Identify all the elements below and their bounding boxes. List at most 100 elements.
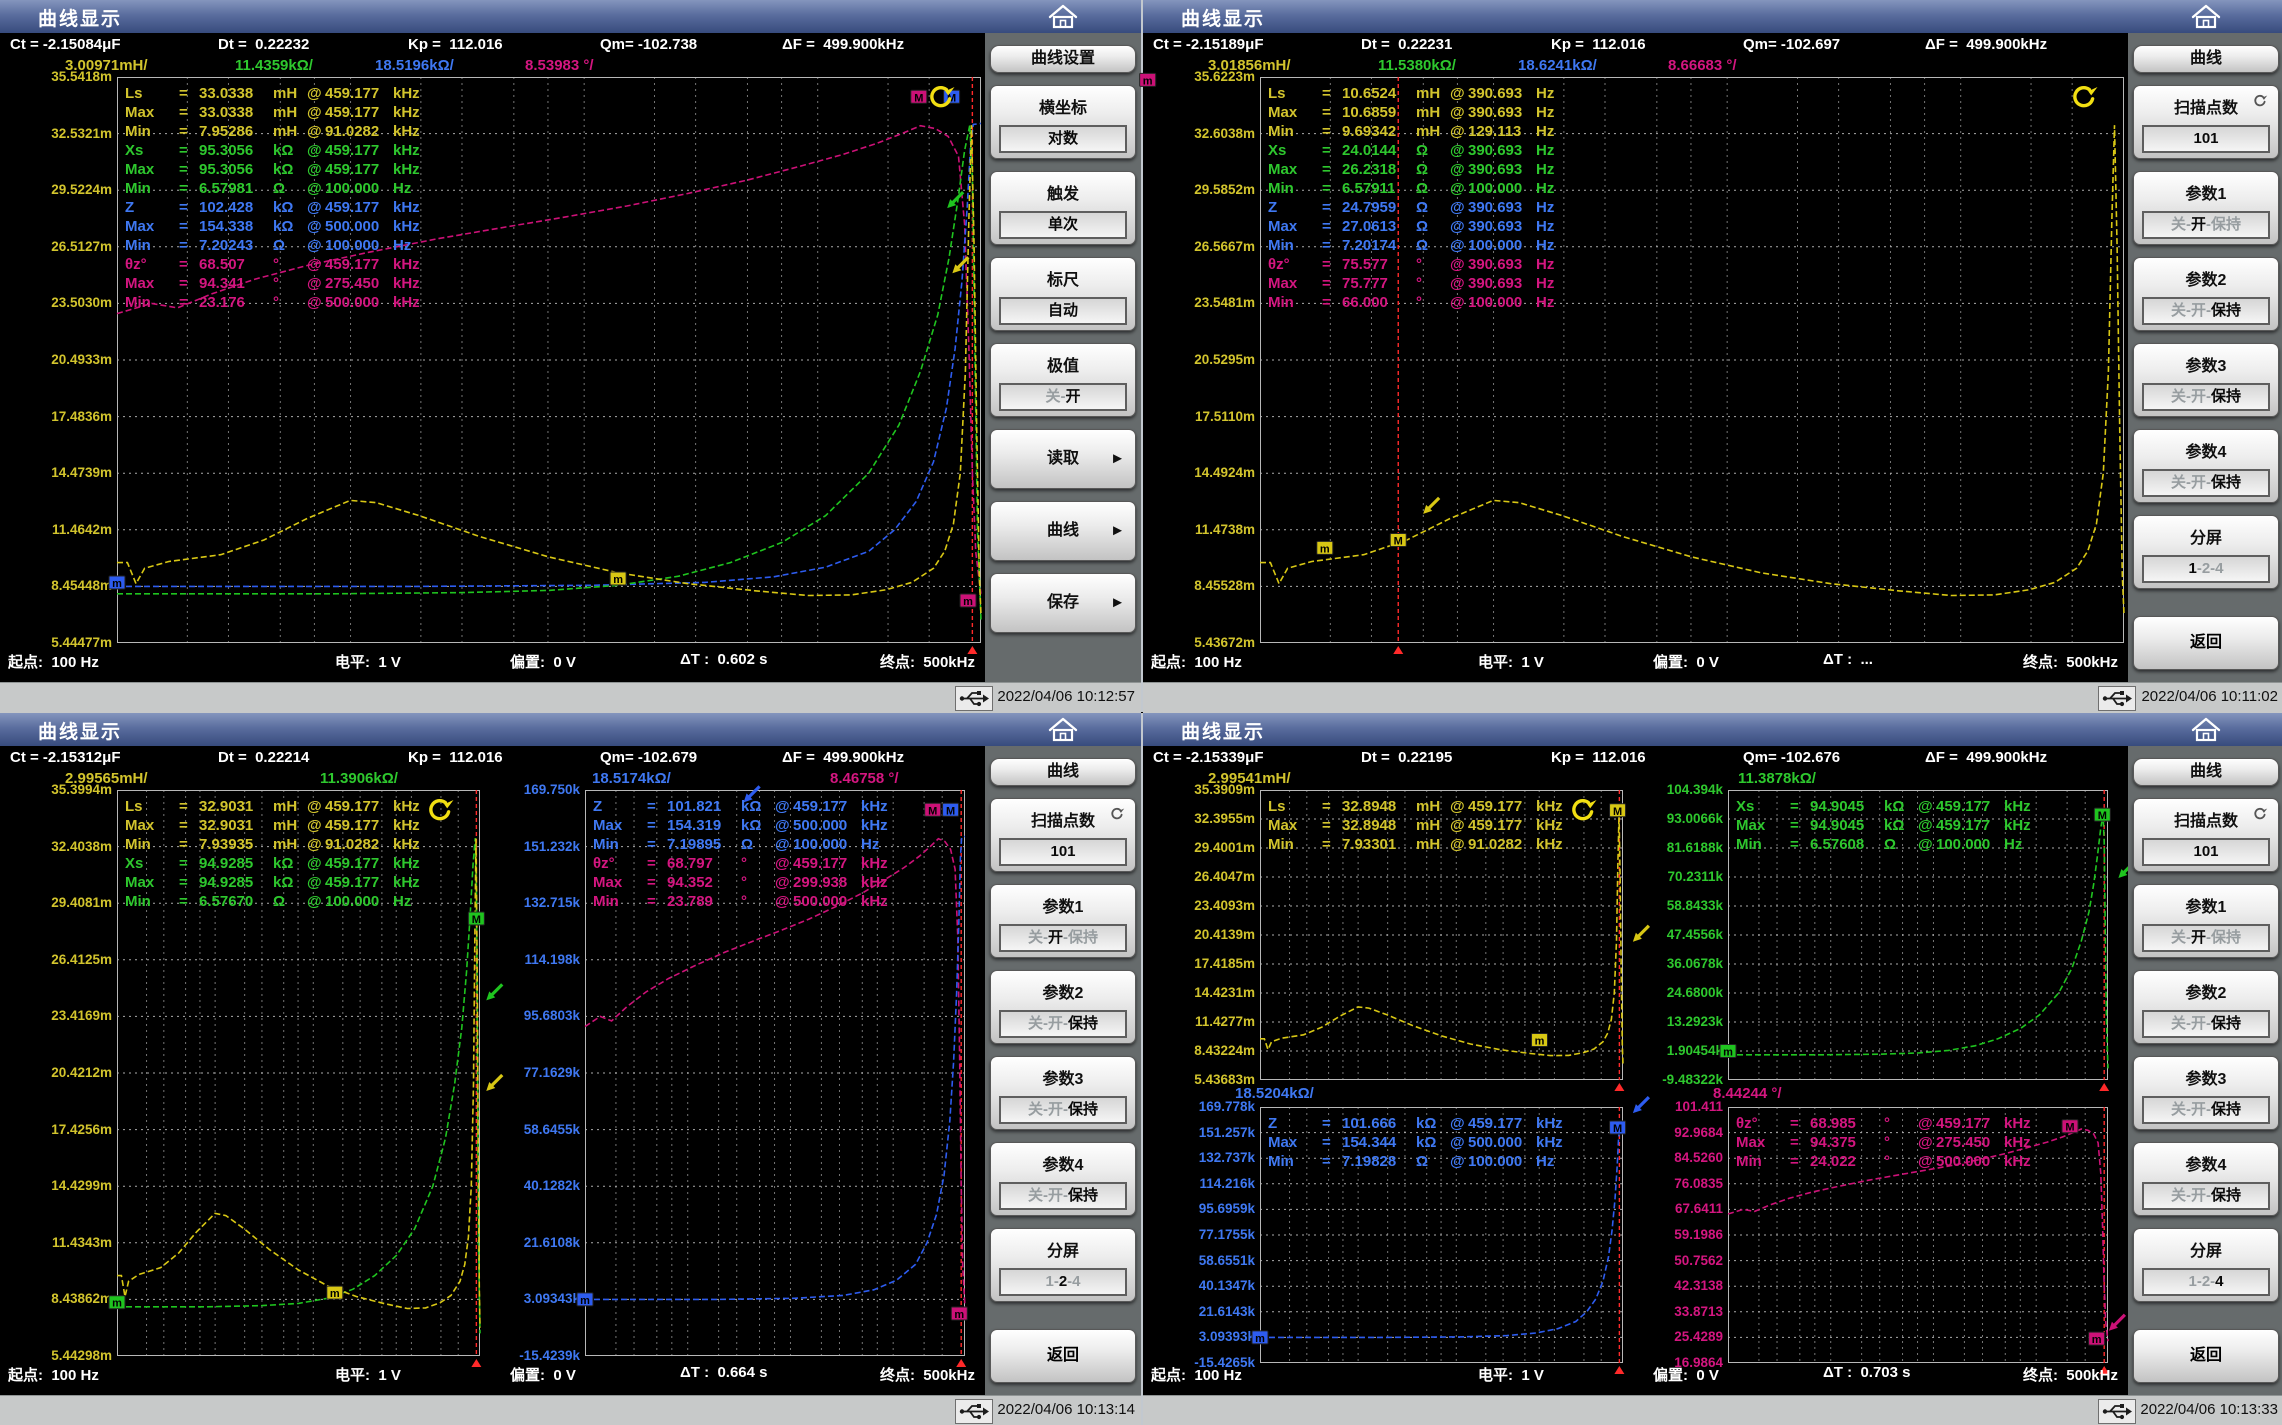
sidebar-button-save[interactable]: 保存► bbox=[990, 573, 1136, 633]
sidebar-button-split[interactable]: 分屏1-2-4 bbox=[990, 1228, 1136, 1302]
readout-line: Max=75.777°@390.693Hz bbox=[1268, 275, 1554, 292]
value-option: 关 bbox=[1028, 1101, 1043, 1118]
marker-M-green[interactable]: M bbox=[468, 912, 484, 926]
sidebar-button-param2[interactable]: 参数2关-开-保持 bbox=[2133, 257, 2279, 331]
value-option: 保持 bbox=[1068, 1187, 1098, 1204]
page-title: 曲线显示 bbox=[1181, 4, 1265, 31]
home-icon[interactable] bbox=[1047, 716, 1079, 743]
value-option: 开 bbox=[1066, 388, 1081, 405]
sidebar-button-extremum[interactable]: 极值关-开 bbox=[990, 343, 1136, 417]
chart-plot: Mmθz°=68.985°@459.177kHzMax=94.375°@275.… bbox=[1728, 1107, 2108, 1363]
title-bar: 曲线显示 bbox=[1143, 713, 2282, 747]
sidebar-button-param3[interactable]: 参数3关-开-保持 bbox=[2133, 1056, 2279, 1130]
scale-per-div: 8.53983 °/ bbox=[525, 57, 594, 74]
button-value: 单次 bbox=[999, 211, 1127, 239]
axis-label: 32.5321m bbox=[0, 126, 112, 141]
sidebar-button-param1[interactable]: 参数1关-开-保持 bbox=[2133, 171, 2279, 245]
measurement-value: Dt = 0.22232 bbox=[218, 36, 309, 53]
axis-label: 101.411 bbox=[1611, 1099, 1723, 1114]
sidebar-button-x-axis[interactable]: 横坐标对数 bbox=[990, 85, 1136, 159]
bottom-strip: 2022/04/06 10:13:33 bbox=[1143, 1395, 2282, 1425]
sidebar-button-param3[interactable]: 参数3关-开-保持 bbox=[990, 1056, 1136, 1130]
readout-line: Xs=95.3056kΩ@459.177kHz bbox=[125, 142, 420, 159]
axis-label: 132.737k bbox=[1143, 1150, 1255, 1165]
marker-m-green[interactable]: m bbox=[1720, 1045, 1736, 1059]
button-value: 1-2-4 bbox=[999, 1268, 1127, 1296]
readout-line: Min=7.19828Ω@100.000Hz bbox=[1268, 1153, 1554, 1170]
marker-m-yellow[interactable]: m bbox=[1532, 1033, 1548, 1047]
scale-per-div: 18.6241kΩ/ bbox=[1518, 57, 1597, 74]
value-option: 关 bbox=[2171, 1015, 2186, 1032]
svg-text:m: m bbox=[1143, 75, 1153, 87]
sidebar-button-back[interactable]: 返回 bbox=[990, 1329, 1136, 1383]
svg-text:m: m bbox=[580, 1295, 590, 1307]
marker-M-yellow[interactable]: M bbox=[1390, 533, 1406, 547]
sidebar-button-param1[interactable]: 参数1关-开-保持 bbox=[990, 884, 1136, 958]
page-title: 曲线显示 bbox=[38, 717, 122, 744]
readout-line: θz°=68.985°@459.177kHz bbox=[1736, 1115, 2031, 1132]
sidebar-button-trigger[interactable]: 触发单次 bbox=[990, 171, 1136, 245]
value-option: 保持 bbox=[2211, 1101, 2241, 1118]
marker-m-blue[interactable]: m bbox=[109, 576, 125, 590]
sidebar-button-sweep-points[interactable]: 扫描点数101 bbox=[990, 798, 1136, 872]
marker-M-green[interactable]: M bbox=[2094, 808, 2110, 822]
sidebar-button-param4[interactable]: 参数4关-开-保持 bbox=[990, 1142, 1136, 1216]
svg-text:m: m bbox=[1255, 1333, 1265, 1345]
sidebar-button-read[interactable]: 读取► bbox=[990, 429, 1136, 489]
sidebar-button-back[interactable]: 返回 bbox=[2133, 616, 2279, 670]
sidebar-button-sweep-points[interactable]: 扫描点数101 bbox=[2133, 798, 2279, 872]
chart-plot: mMZ=101.666kΩ@459.177kHzMax=154.344kΩ@50… bbox=[1260, 1107, 1623, 1363]
sidebar-button-param2[interactable]: 参数2关-开-保持 bbox=[2133, 970, 2279, 1044]
timestamp: 2022/04/06 10:13:14 bbox=[997, 1401, 1135, 1418]
sidebar-button-param4[interactable]: 参数4关-开-保持 bbox=[2133, 1142, 2279, 1216]
value-option: 关 bbox=[2171, 302, 2186, 319]
chart-plot: mmMMmLs=33.0338mH@459.177kHzMax=33.0338m… bbox=[117, 77, 981, 643]
marker-m-blue[interactable]: m bbox=[577, 1293, 593, 1307]
sidebar-button-back[interactable]: 返回 bbox=[2133, 1329, 2279, 1383]
rotate-icon bbox=[431, 800, 454, 819]
marker-m-yellow[interactable]: m bbox=[327, 1286, 343, 1300]
button-value: 关-开-保持 bbox=[2142, 297, 2270, 325]
button-value: 关-开-保持 bbox=[2142, 924, 2270, 952]
value-option: 4 bbox=[2215, 1273, 2223, 1290]
marker-m-yellow[interactable]: m bbox=[1317, 541, 1333, 555]
sidebar-button-split[interactable]: 分屏1-2-4 bbox=[2133, 1228, 2279, 1302]
marker-m-magenta[interactable]: m bbox=[951, 1307, 967, 1321]
marker-m-magenta[interactable]: m bbox=[960, 594, 976, 608]
svg-text:m: m bbox=[1535, 1035, 1545, 1047]
value-option: 4 bbox=[2215, 560, 2223, 577]
marker-m-green[interactable]: m bbox=[109, 1296, 125, 1310]
chart-plot: mMXs=94.9045kΩ@459.177kHzMax=94.9045kΩ@4… bbox=[1728, 790, 2108, 1080]
marker-M-magenta[interactable]: M bbox=[911, 90, 927, 104]
readout-line: Z=101.666kΩ@459.177kHz bbox=[1268, 1115, 1563, 1132]
sidebar-button-curve[interactable]: 曲线► bbox=[990, 501, 1136, 561]
marker-m-yellow[interactable]: m bbox=[610, 572, 626, 586]
sidebar-button-ruler[interactable]: 标尺自动 bbox=[990, 257, 1136, 331]
marker-M-magenta[interactable]: M bbox=[2062, 1120, 2078, 1134]
sidebar-button-sweep-points[interactable]: 扫描点数101 bbox=[2133, 85, 2279, 159]
home-icon[interactable] bbox=[2190, 716, 2222, 743]
axis-label: 21.6108k bbox=[468, 1235, 580, 1250]
sidebar-button-param1[interactable]: 参数1关-开-保持 bbox=[2133, 884, 2279, 958]
marker-M-magenta[interactable]: M bbox=[925, 803, 941, 817]
sidebar-button-param3[interactable]: 参数3关-开-保持 bbox=[2133, 343, 2279, 417]
scale-per-div: 11.5380kΩ/ bbox=[1378, 57, 1456, 74]
marker-M-blue[interactable]: M bbox=[943, 803, 959, 817]
sidebar-title: 曲线 bbox=[2133, 45, 2279, 73]
button-value: 关-开 bbox=[999, 383, 1127, 411]
readout-line: θz°=68.507°@459.177kHz bbox=[125, 256, 420, 273]
marker-m-blue[interactable]: m bbox=[1252, 1331, 1268, 1345]
marker-m-magenta[interactable]: m bbox=[2089, 1332, 2105, 1346]
sidebar-button-param4[interactable]: 参数4关-开-保持 bbox=[2133, 429, 2279, 503]
home-icon[interactable] bbox=[1047, 3, 1079, 30]
measurement-value: Kp = 112.016 bbox=[1551, 749, 1646, 766]
sidebar-button-param2[interactable]: 参数2关-开-保持 bbox=[990, 970, 1136, 1044]
home-icon[interactable] bbox=[2190, 3, 2222, 30]
marker-m-magenta[interactable]: m bbox=[1140, 73, 1156, 87]
readout-line: Ls=32.8948mH@459.177kHz bbox=[1268, 798, 1563, 815]
sidebar-button-split[interactable]: 分屏1-2-4 bbox=[2133, 515, 2279, 589]
sidebar: 曲线扫描点数101 参数1关-开-保持参数2关-开-保持参数3关-开-保持参数4关… bbox=[2128, 33, 2282, 682]
scale-per-div: 11.3906kΩ/ bbox=[320, 770, 398, 787]
usb-icon bbox=[2098, 686, 2136, 711]
readout-line: Min=6.57911Ω@100.000Hz bbox=[1268, 180, 1554, 197]
